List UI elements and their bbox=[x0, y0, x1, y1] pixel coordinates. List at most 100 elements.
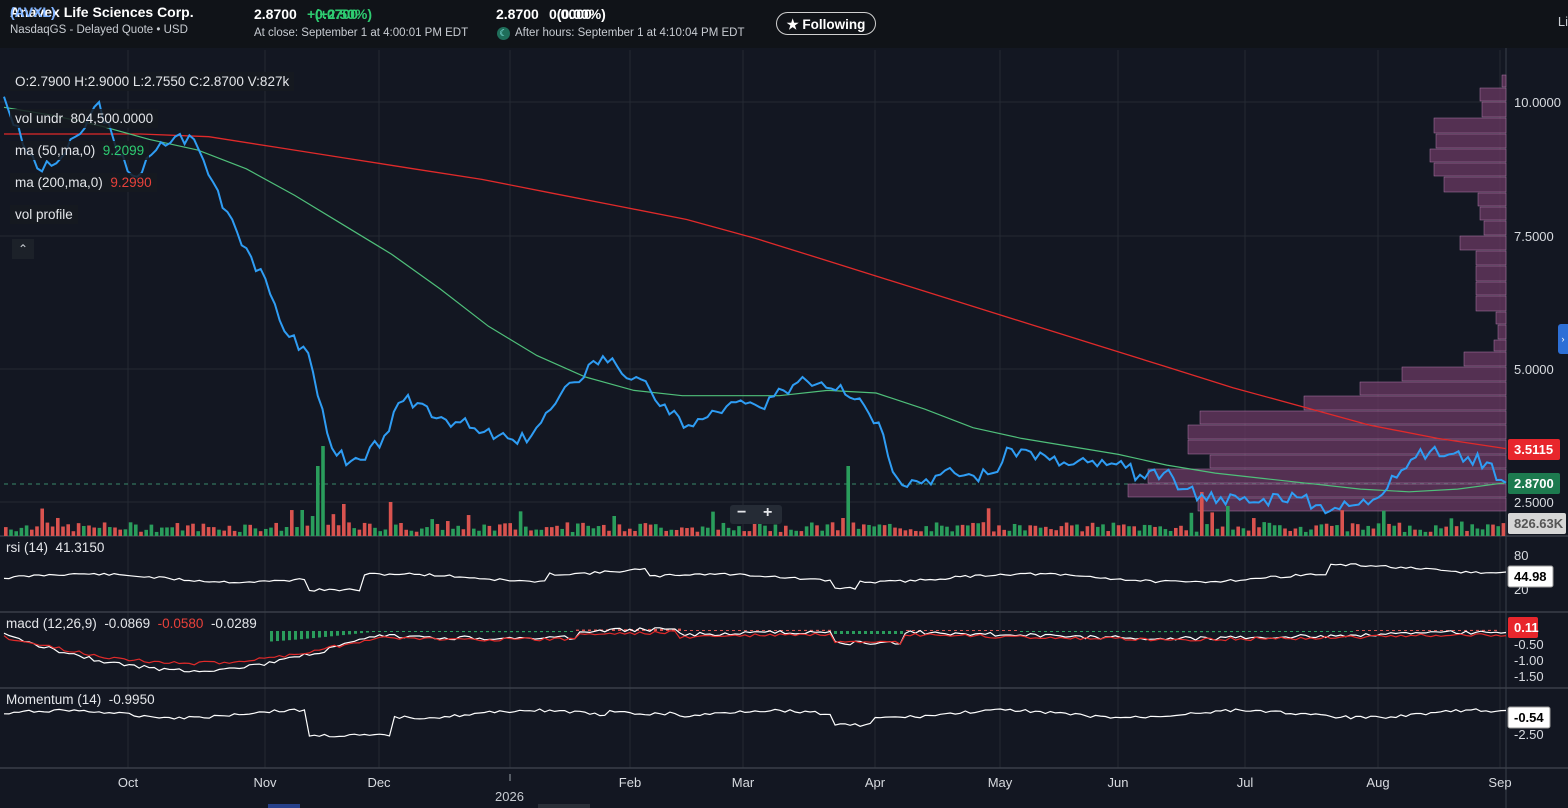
vol-profile-legend[interactable]: vol profile bbox=[10, 205, 78, 224]
volume-bar bbox=[1470, 524, 1474, 536]
volume-bar bbox=[175, 523, 180, 536]
macd-histogram-bar bbox=[474, 631, 477, 633]
macd-histogram-bar bbox=[1284, 631, 1287, 632]
zoom-out-button[interactable]: − bbox=[737, 504, 746, 522]
macd-histogram-bar bbox=[1140, 631, 1143, 633]
volume-bar bbox=[888, 523, 892, 536]
price-chart[interactable]: 10.00007.50005.00002.50008020-0.50-1.00-… bbox=[0, 48, 1568, 808]
volume-bar bbox=[1080, 531, 1084, 536]
volume-bar bbox=[862, 524, 866, 536]
macd-histogram-bar bbox=[1266, 631, 1269, 632]
volume-bar bbox=[388, 502, 393, 536]
volume-bar bbox=[1496, 526, 1500, 536]
chevron-right-icon[interactable]: › bbox=[1558, 324, 1568, 354]
volume-bar bbox=[872, 526, 876, 536]
macd-histogram-bar bbox=[948, 630, 951, 631]
volume-bar bbox=[1122, 524, 1126, 536]
volume-bar bbox=[825, 524, 830, 536]
volume-bar bbox=[1137, 530, 1142, 536]
vol-undr-legend[interactable]: vol undr 804,500.0000 bbox=[10, 109, 159, 128]
macd-histogram-bar bbox=[318, 631, 321, 638]
macd-histogram-bar bbox=[1206, 631, 1209, 633]
macd-histogram-bar bbox=[1458, 629, 1461, 631]
volume-bar bbox=[914, 530, 918, 536]
macd-histogram-bar bbox=[750, 630, 753, 631]
macd-histogram-bar bbox=[984, 630, 987, 631]
volume-bar bbox=[1252, 518, 1256, 536]
volume-bar bbox=[976, 523, 980, 536]
volume-bar bbox=[794, 530, 798, 536]
macd-histogram-bar bbox=[690, 630, 693, 631]
macd-histogram-bar bbox=[1326, 631, 1329, 632]
volume-profile-bar bbox=[1475, 281, 1507, 296]
rsi-legend: rsi (14) 41.3150 bbox=[6, 540, 105, 555]
volume-bar bbox=[1205, 524, 1209, 536]
last-price-badge: 2.8700 bbox=[1514, 476, 1554, 491]
volume-profile-bar bbox=[1187, 424, 1507, 440]
volume-bar bbox=[373, 527, 377, 536]
macd-histogram-bar bbox=[426, 631, 429, 632]
volume-bar bbox=[310, 516, 315, 536]
macd-histogram-bar bbox=[306, 631, 309, 639]
volume-bar bbox=[1075, 524, 1079, 536]
volume-bar bbox=[24, 525, 29, 536]
volume-bar bbox=[498, 524, 502, 536]
zoom-in-button[interactable]: + bbox=[763, 504, 772, 522]
volume-bar bbox=[732, 530, 736, 536]
macd-histogram-bar bbox=[1092, 631, 1095, 632]
volume-bar bbox=[841, 518, 845, 536]
after-hours-price: 2.8700 bbox=[496, 6, 539, 22]
chevron-up-icon[interactable]: ⌃ bbox=[12, 239, 34, 259]
volume-bar bbox=[201, 523, 206, 536]
volume-bar bbox=[706, 527, 710, 536]
volume-bar bbox=[1002, 529, 1006, 536]
volume-bar bbox=[1148, 525, 1152, 536]
volume-bar bbox=[186, 525, 190, 536]
scroll-indicator-secondary[interactable] bbox=[538, 804, 590, 808]
volume-bar bbox=[76, 523, 81, 536]
macd-histogram-bar bbox=[1170, 631, 1173, 633]
macd-histogram-bar bbox=[762, 630, 765, 631]
volume-bar bbox=[19, 527, 24, 536]
volume-bar bbox=[123, 529, 128, 536]
volume-profile-bar bbox=[1481, 101, 1507, 118]
macd-histogram-bar bbox=[1152, 631, 1155, 633]
volume-bar bbox=[170, 527, 174, 536]
macd-histogram-bar bbox=[954, 630, 957, 631]
price-tick-label: 5.0000 bbox=[1514, 362, 1554, 377]
volume-bar bbox=[4, 527, 8, 536]
volume-bar bbox=[1465, 530, 1469, 536]
macd-histogram-bar bbox=[1386, 630, 1389, 631]
oscillator-tick-label: -0.50 bbox=[1514, 637, 1544, 652]
macd-histogram-bar bbox=[1470, 629, 1473, 631]
volume-bar bbox=[1054, 530, 1058, 536]
volume-bar bbox=[929, 531, 934, 536]
ma200-legend[interactable]: ma (200,ma,0) 9.2990 bbox=[10, 173, 157, 192]
volume-bar bbox=[674, 529, 679, 536]
macd-histogram-bar bbox=[744, 630, 747, 631]
macd-histogram-bar bbox=[996, 630, 999, 631]
volume-bar bbox=[789, 529, 793, 536]
after-hours-change: 0.0000 (0.00%) bbox=[549, 6, 606, 22]
macd-histogram-bar bbox=[270, 631, 273, 642]
macd-histogram-bar bbox=[1236, 631, 1239, 633]
volume-bar bbox=[45, 522, 50, 536]
volume-bar bbox=[1132, 526, 1136, 536]
macd-histogram-bar bbox=[726, 630, 729, 631]
volume-bar bbox=[336, 525, 341, 536]
following-button[interactable]: ★ Following bbox=[776, 12, 876, 35]
volume-bar bbox=[331, 514, 336, 536]
ma50-legend[interactable]: ma (50,ma,0) 9.2099 bbox=[10, 141, 150, 160]
macd-histogram-bar bbox=[324, 631, 327, 637]
oscillator-tick-label: -1.50 bbox=[1514, 669, 1544, 684]
after-hours-time: After hours: September 1 at 4:10:04 PM E… bbox=[515, 27, 745, 39]
macd-histogram-bar bbox=[486, 631, 489, 633]
scroll-indicator[interactable] bbox=[268, 804, 300, 808]
macd-histogram-bar bbox=[798, 629, 801, 631]
time-tick-label: Jun bbox=[1108, 775, 1129, 790]
macd-histogram-bar bbox=[702, 630, 705, 631]
volume-bar bbox=[1319, 524, 1324, 536]
macd-histogram-bar bbox=[450, 631, 453, 633]
volume-bar bbox=[128, 522, 133, 536]
volume-bar bbox=[1153, 526, 1157, 536]
